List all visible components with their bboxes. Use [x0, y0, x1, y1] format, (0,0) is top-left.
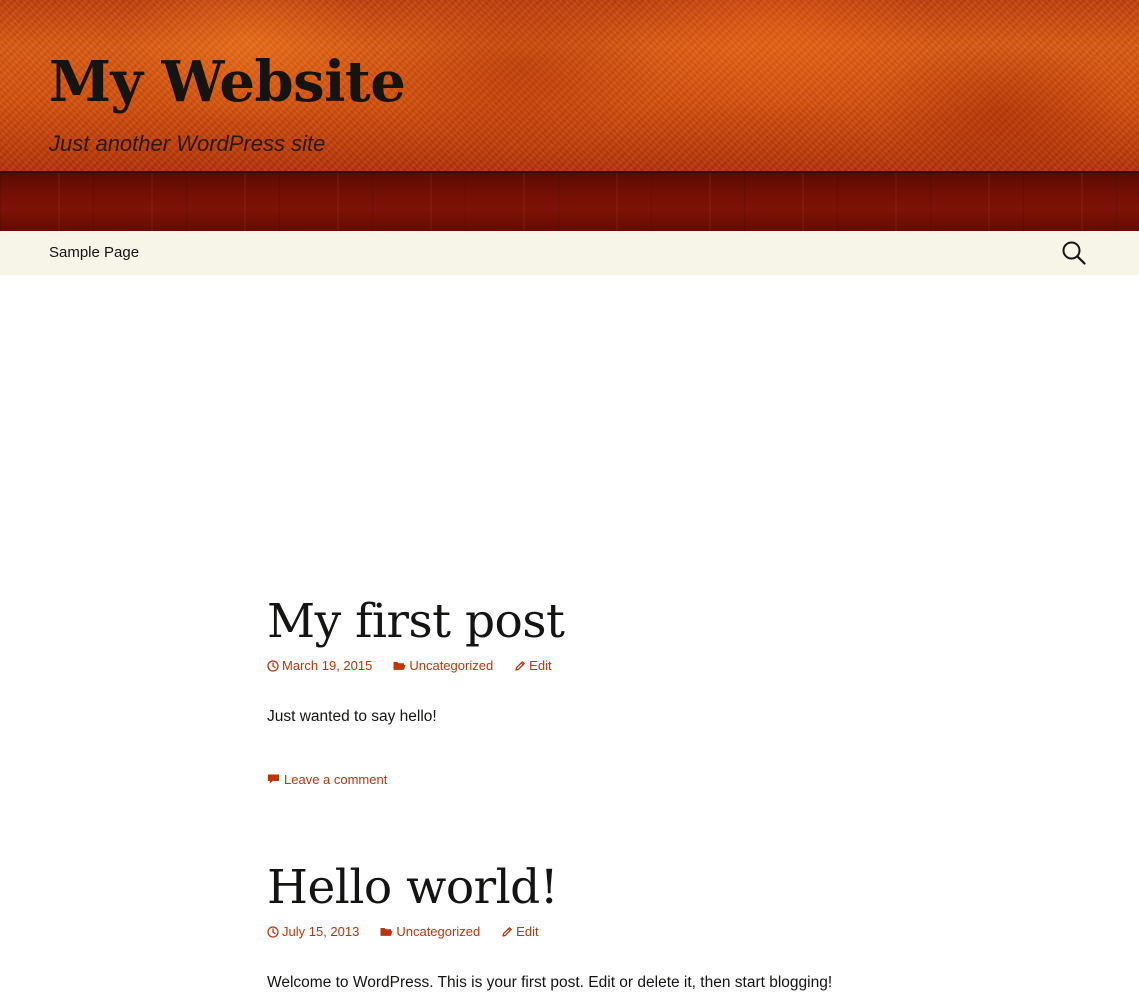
site-title[interactable]: My Website — [49, 54, 406, 110]
post-edit-link[interactable]: Edit — [501, 924, 539, 940]
post-edit-link[interactable]: Edit — [514, 658, 552, 674]
leave-comment-label: Leave a comment — [284, 771, 388, 787]
comment-icon — [268, 774, 279, 785]
search-icon[interactable] — [1061, 240, 1087, 266]
site-description: Just another WordPress site — [49, 131, 326, 156]
folder-icon — [380, 928, 393, 937]
post-category: Uncategorized — [409, 658, 494, 674]
pencil-icon — [502, 926, 513, 937]
post-date-link[interactable]: March 19, 2015 — [267, 658, 372, 673]
post-meta: March 19, 2015 Uncategorized Edit — [267, 658, 867, 673]
post-meta: July 15, 2013 Uncategorized Edit — [267, 924, 867, 939]
folder-icon — [393, 662, 406, 671]
post-category: Uncategorized — [396, 924, 481, 940]
header-band — [0, 171, 1139, 231]
clock-icon — [267, 660, 279, 672]
post-category-link[interactable]: Uncategorized — [393, 658, 493, 673]
post-date-link[interactable]: July 15, 2013 — [267, 924, 359, 939]
post-article: Hello world! July 15, 2013 Uncategorized — [267, 863, 867, 1008]
post-edit-label: Edit — [529, 658, 552, 674]
leave-comment-link[interactable]: Leave a comment — [267, 772, 387, 787]
post-title[interactable]: My first post — [267, 597, 867, 647]
post-article: My first post March 19, 2015 Uncategoriz… — [267, 597, 867, 789]
post-category-link[interactable]: Uncategorized — [380, 924, 480, 939]
post-excerpt: Just wanted to say hello! — [267, 708, 437, 726]
site-header: My Website Just another WordPress site — [0, 0, 1139, 231]
clock-icon — [267, 926, 279, 938]
post-title[interactable]: Hello world! — [267, 863, 867, 913]
post-date: March 19, 2015 — [282, 658, 373, 674]
pencil-icon — [515, 660, 526, 671]
post-date: July 15, 2013 — [282, 924, 360, 940]
post-excerpt: Welcome to WordPress. This is your first… — [267, 974, 833, 992]
post-edit-label: Edit — [516, 924, 539, 940]
nav-item-sample-page[interactable]: Sample Page — [49, 244, 139, 261]
navigation-bar: Sample Page — [0, 231, 1139, 275]
